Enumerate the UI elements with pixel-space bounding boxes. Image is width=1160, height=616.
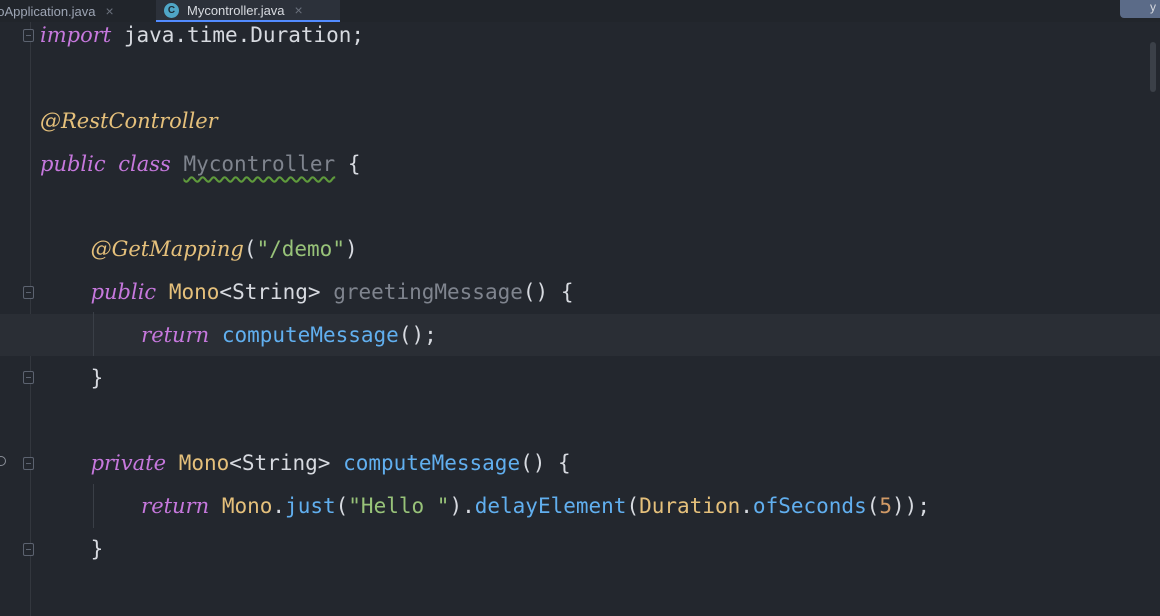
fold-marker-icon[interactable] — [23, 543, 34, 556]
fold-marker-icon[interactable] — [23, 29, 34, 42]
code-line-return-compute: return computeMessage(); — [141, 323, 437, 347]
corner-button[interactable]: y — [1120, 0, 1160, 18]
fold-marker-icon[interactable] — [23, 286, 34, 299]
code-line-compute-method: private Mono<String> computeMessage() { — [90, 451, 571, 475]
code-line-class-declaration: public class Mycontroller { — [40, 152, 361, 176]
code-line-get-mapping: @GetMapping("/demo") — [90, 237, 358, 261]
code-line-method1-close: } — [90, 366, 104, 390]
code-line-method2-close: } — [90, 537, 104, 561]
code-line-return-mono: return Mono.just("Hello ").delayElement(… — [141, 494, 930, 518]
code-line-import: import java.time.Duration; — [40, 23, 365, 47]
vertical-scrollbar[interactable] — [1150, 42, 1156, 92]
fold-marker-icon[interactable] — [23, 371, 34, 384]
code-line-greeting-method: public Mono<String> greetingMessage() { — [90, 280, 574, 304]
fold-marker-icon[interactable] — [23, 457, 34, 470]
class-name: Mycontroller — [183, 152, 336, 176]
code-line-class-annotation: @RestController — [40, 109, 218, 133]
